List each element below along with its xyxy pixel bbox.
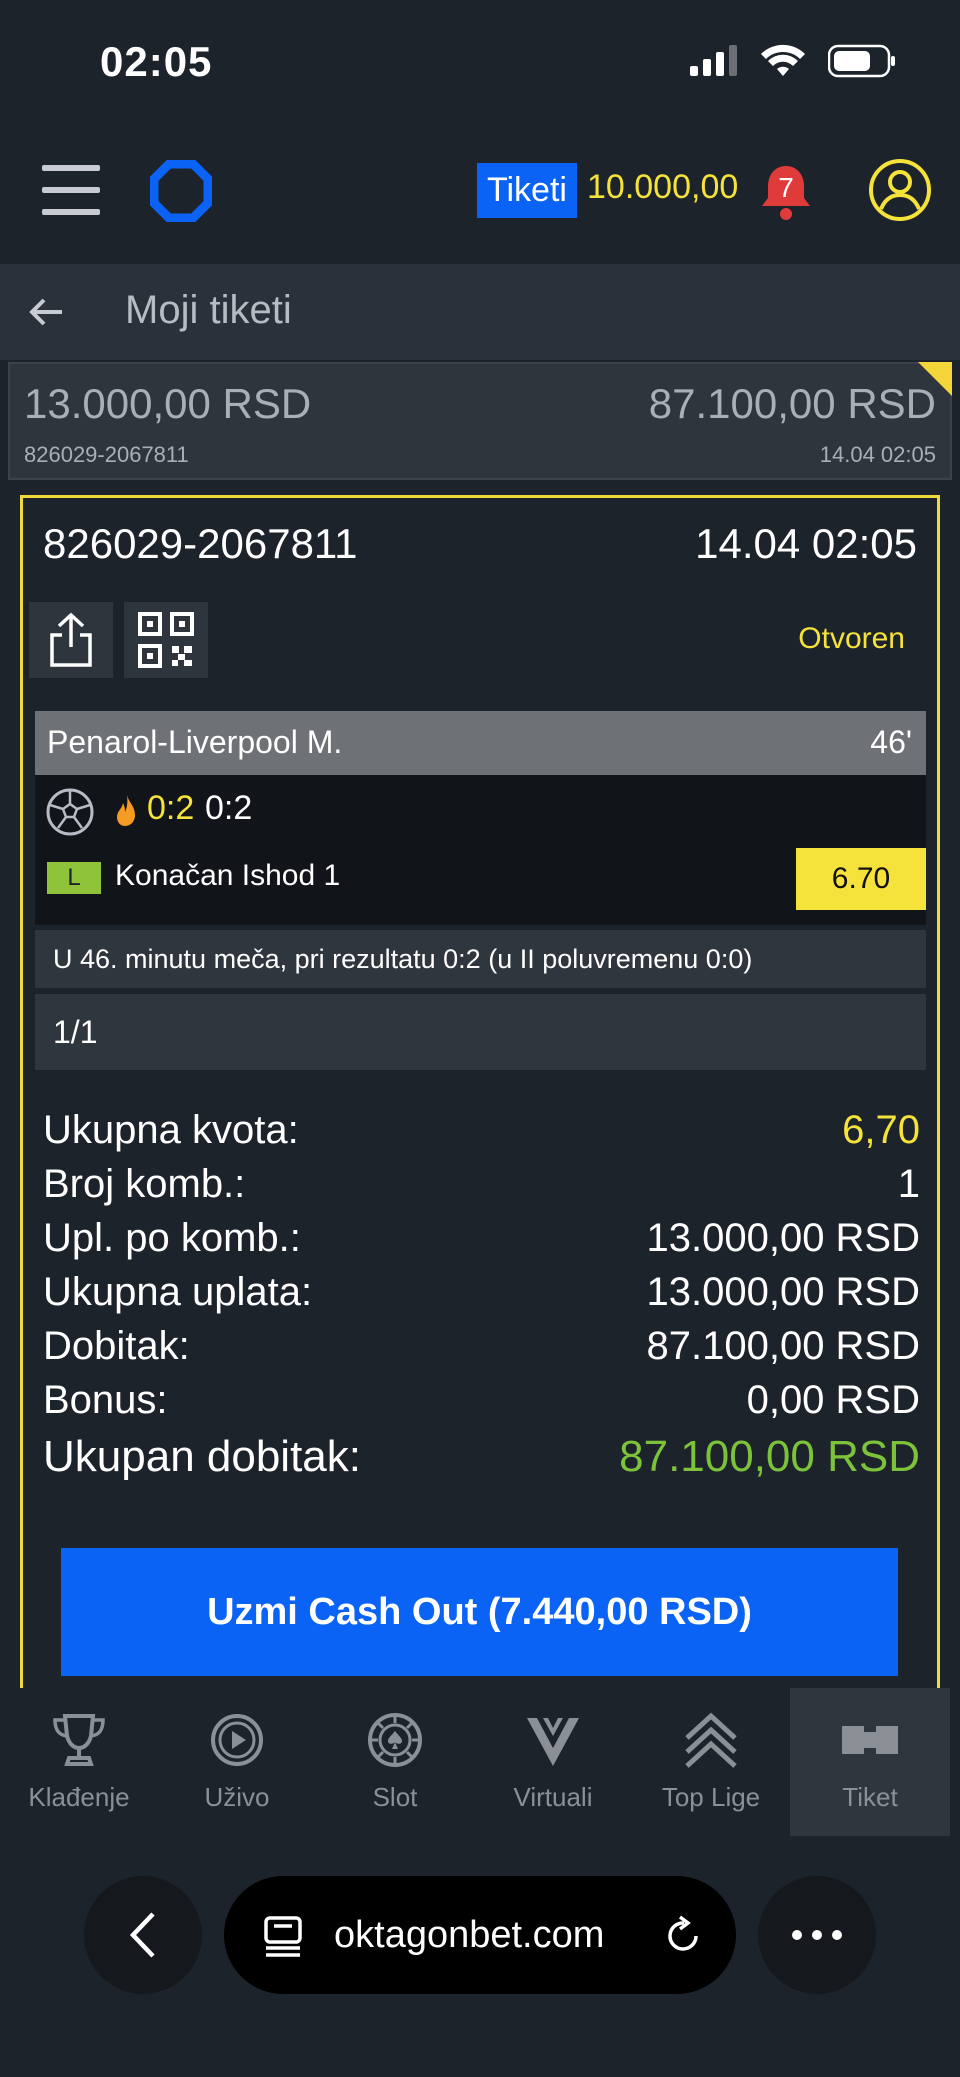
chip-icon	[368, 1713, 422, 1767]
status-time: 02:05	[100, 38, 213, 85]
share-icon	[50, 612, 92, 667]
bottom-nav: Klađenje Uživo Slot Virtuali Top Lige Ti…	[0, 1688, 960, 1836]
combos-value: 1	[897, 1162, 920, 1206]
total-odds-row: Ukupna kvota: 6,70	[43, 1108, 920, 1162]
signal-icon	[690, 45, 737, 76]
nav-label: Top Lige	[661, 1782, 761, 1812]
total-stake-row: Ukupna uplata: 13.000,00 RSD	[43, 1270, 920, 1324]
total-win-label: Ukupan dobitak:	[43, 1432, 361, 1481]
tiketi-button[interactable]: Tiketi	[477, 163, 577, 218]
qr-code-button[interactable]	[124, 602, 208, 678]
status-bar: 02:05	[0, 0, 960, 130]
win-label: Dobitak:	[43, 1324, 190, 1368]
summary-payout: 87.100,00 RSD	[648, 380, 936, 427]
total-win-value: 87.100,00 RSD	[619, 1432, 920, 1481]
cash-out-button[interactable]: Uzmi Cash Out (7.440,00 RSD)	[61, 1548, 898, 1676]
address-bar[interactable]: oktagonbet.com	[224, 1876, 736, 1994]
combos-row: Broj komb.: 1	[43, 1162, 920, 1216]
nav-label: Tiket	[842, 1782, 898, 1812]
total-stake-value: 13.000,00 RSD	[646, 1270, 920, 1314]
nav-top-lige[interactable]: Top Lige	[632, 1688, 790, 1836]
wifi-icon	[761, 44, 805, 76]
match-note-text: U 46. minutu meča, pri rezultatu 0:2 (u …	[53, 944, 753, 974]
nav-label: Uživo	[204, 1782, 270, 1812]
notification-count: 7	[778, 172, 794, 203]
match-minute: 46'	[870, 724, 912, 760]
play-icon	[211, 1714, 263, 1766]
bonus-label: Bonus:	[43, 1378, 168, 1422]
corner-marker	[918, 362, 952, 396]
match-name: Penarol-Liverpool M.	[47, 724, 343, 760]
pick-odd: 6.70	[796, 848, 926, 910]
ticket-summary[interactable]: 13.000,00 RSD 87.100,00 RSD 826029-20678…	[8, 362, 952, 480]
total-odds-value: 6,70	[842, 1108, 920, 1152]
win-value: 87.100,00 RSD	[646, 1324, 920, 1368]
notifications-button[interactable]: 7	[758, 162, 814, 222]
ticket-totals: Ukupna kvota: 6,70 Broj komb.: 1 Upl. po…	[43, 1108, 920, 1492]
total-win-row: Ukupan dobitak: 87.100,00 RSD	[43, 1432, 920, 1492]
oktagon-logo[interactable]	[150, 160, 212, 222]
nav-label: Slot	[372, 1782, 418, 1812]
match-header: Penarol-Liverpool M. 46'	[35, 711, 926, 775]
match-note: U 46. minutu meča, pri rezultatu 0:2 (u …	[35, 930, 926, 988]
nav-label: Virtuali	[513, 1782, 593, 1812]
back-arrow-icon[interactable]	[26, 292, 66, 332]
nav-virtuali[interactable]: Virtuali	[474, 1688, 632, 1836]
virtual-v-icon	[527, 1718, 579, 1766]
chevron-left-icon	[129, 1912, 155, 1958]
status-icons	[688, 44, 896, 78]
share-button[interactable]	[29, 602, 113, 678]
ticket-status: Otvoren	[798, 622, 905, 655]
combos-label: Broj komb.:	[43, 1162, 246, 1206]
browser-toolbar: oktagonbet.com	[0, 1836, 960, 2077]
summary-datetime: 14.04 02:05	[819, 442, 936, 467]
win-row: Dobitak: 87.100,00 RSD	[43, 1324, 920, 1378]
reload-icon[interactable]	[662, 1914, 706, 1958]
ticket-datetime: 14.04 02:05	[695, 520, 917, 567]
total-odds-label: Ukupna kvota:	[43, 1108, 299, 1152]
match-body: 0:2 0:2 L Konačan Ishod 1 6.70	[35, 775, 926, 925]
chevrons-up-icon	[685, 1712, 737, 1768]
balance: 10.000,00	[587, 168, 739, 206]
url-text: oktagonbet.com	[334, 1914, 605, 1956]
fire-icon	[117, 795, 135, 826]
trophy-icon	[53, 1714, 105, 1766]
bonus-row: Bonus: 0,00 RSD	[43, 1378, 920, 1432]
summary-ticket-id: 826029-2067811	[24, 442, 189, 467]
ticket-details: 826029-2067811 14.04 02:05 Otvoren Penar…	[20, 495, 940, 1695]
per-combo-label: Upl. po komb.:	[43, 1216, 301, 1260]
live-score: 0:2	[147, 789, 195, 827]
nav-uzivo[interactable]: Uživo	[158, 1688, 316, 1836]
soccer-ball-icon	[46, 788, 94, 836]
qr-code-icon	[138, 612, 194, 668]
pick-name: Konačan Ishod 1	[115, 859, 341, 892]
per-combo-value: 13.000,00 RSD	[646, 1216, 920, 1260]
battery-icon	[828, 44, 895, 78]
app-header: Tiketi 10.000,00 7	[0, 130, 960, 264]
sub-header: Moji tiketi	[0, 264, 960, 360]
user-icon[interactable]	[868, 158, 932, 222]
summary-stake: 13.000,00 RSD	[24, 380, 312, 427]
total-stake-label: Ukupna uplata:	[43, 1270, 313, 1314]
ticket-id: 826029-2067811	[43, 520, 358, 567]
ticket-icon	[842, 1726, 898, 1754]
nav-tiket[interactable]: Tiket	[790, 1688, 950, 1836]
page-title: Moji tiketi	[125, 288, 292, 332]
nav-kladjenje[interactable]: Klađenje	[0, 1688, 158, 1836]
score: 0:2	[205, 789, 253, 827]
nav-slot[interactable]: Slot	[316, 1688, 474, 1836]
combination-text: 1/1	[53, 1014, 98, 1050]
menu-icon[interactable]	[42, 165, 100, 215]
bonus-value: 0,00 RSD	[746, 1378, 920, 1422]
browser-back-button[interactable]	[84, 1876, 202, 1994]
tabs-icon	[264, 1916, 302, 1957]
more-dots-icon	[792, 1930, 842, 1940]
result-badge: L	[47, 862, 101, 894]
nav-label: Klađenje	[28, 1782, 130, 1812]
per-combo-row: Upl. po komb.: 13.000,00 RSD	[43, 1216, 920, 1270]
browser-more-button[interactable]	[758, 1876, 876, 1994]
combination-row: 1/1	[35, 994, 926, 1070]
